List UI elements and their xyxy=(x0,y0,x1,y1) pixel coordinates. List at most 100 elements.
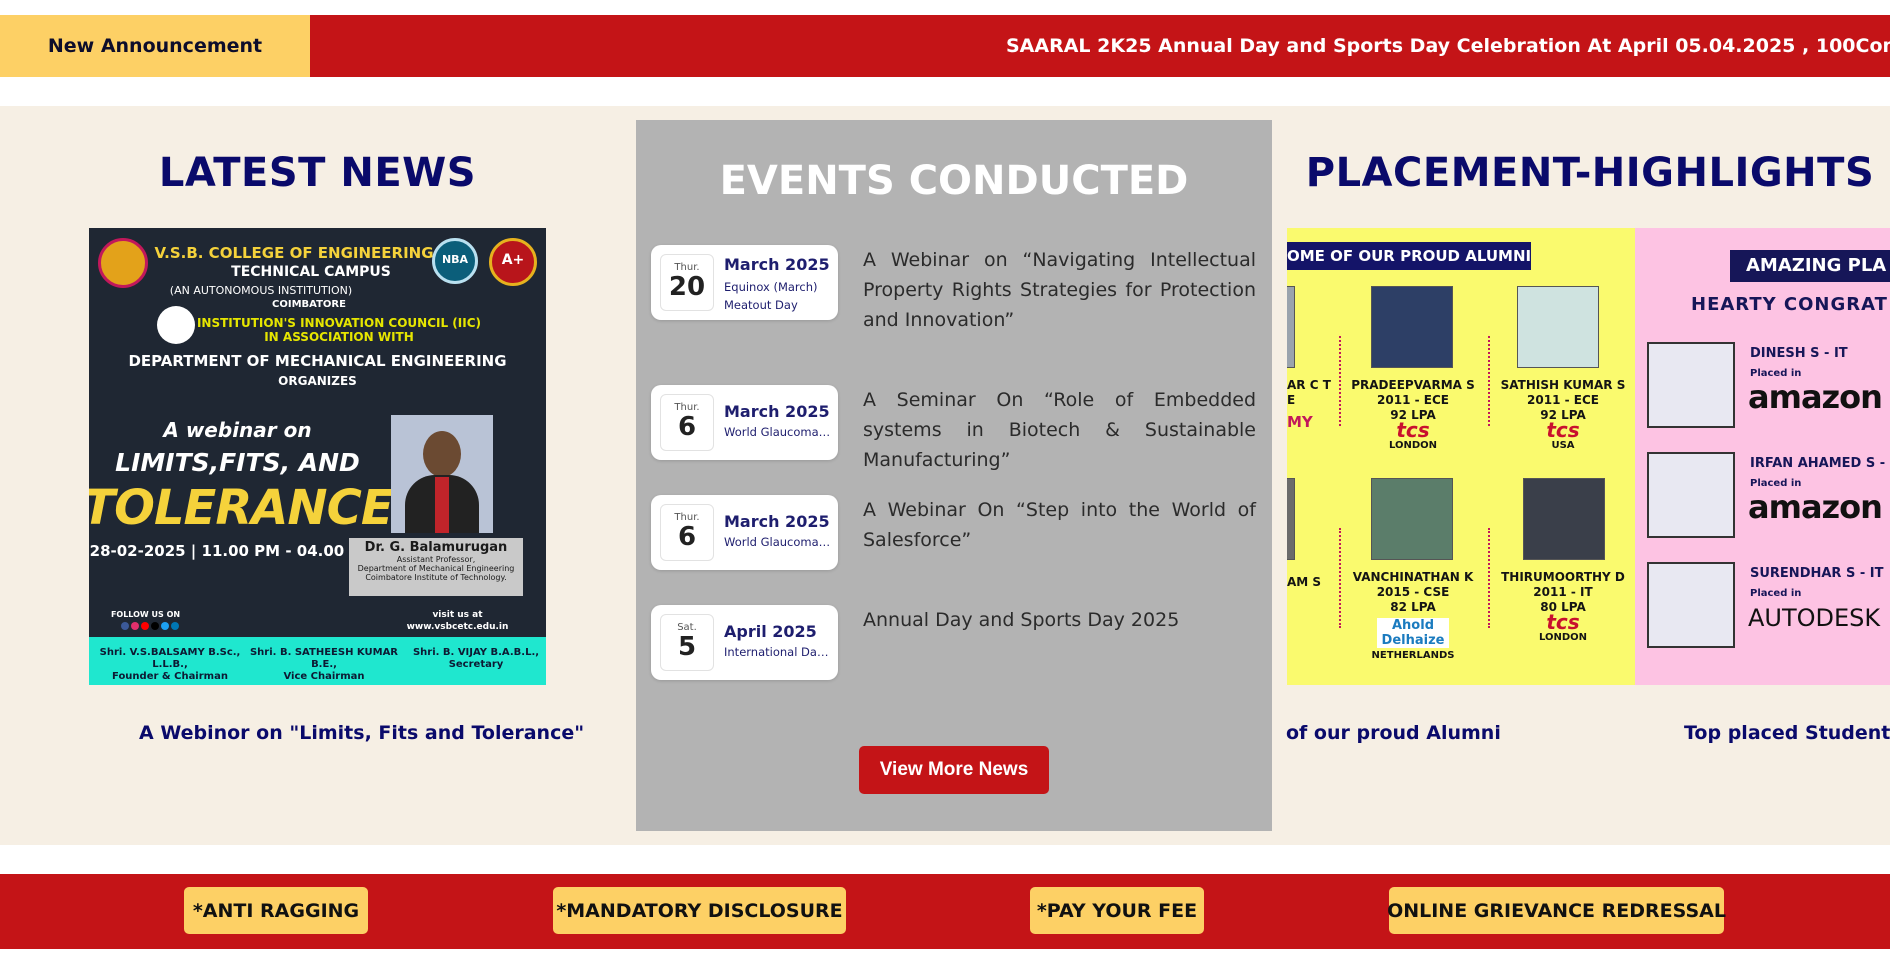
student-name: DINESH S - IT xyxy=(1750,346,1848,361)
top-students-slide[interactable]: AMAZING PLA HEARTY CONGRAT DINESH S - IT… xyxy=(1635,228,1890,685)
autodesk-logo-icon: AUTODESK xyxy=(1748,604,1881,632)
poster-footer: Shri. V.S.BALSAMY B.Sc., L.L.B., Founder… xyxy=(89,637,546,685)
secretary-name: Shri. B. VIJAY B.A.B.L., xyxy=(412,647,540,658)
alumni-location: NETHERLANDS xyxy=(1371,650,1455,661)
amazing-placements-banner: AMAZING PLA xyxy=(1730,250,1890,282)
alumni-caption[interactable]: of our proud Alumni xyxy=(1286,722,1501,744)
events-panel: EVENTS CONDUCTED Thur. 20 March 2025 Equ… xyxy=(636,120,1272,831)
announcement-ticker[interactable]: SAARAL 2K25 Annual Day and Sports Day Ce… xyxy=(1006,15,1890,77)
alumni-banner: OME OF OUR PROUD ALUMNI xyxy=(1287,242,1531,270)
divider-dots xyxy=(1488,528,1490,628)
divider-dots xyxy=(1339,336,1341,426)
poster-nba: NBA xyxy=(441,253,469,266)
divider-dots xyxy=(1488,336,1490,426)
tcs-logo-icon: tcs xyxy=(1546,418,1580,442)
poster-association: IN ASSOCIATION WITH xyxy=(264,330,414,344)
alumni-photo xyxy=(1523,478,1605,560)
alumni-batch: 2015 - CSE xyxy=(1376,585,1450,599)
event-date-card[interactable]: Thur. 6 March 2025 World Glaucoma D... xyxy=(651,495,838,570)
top-student-caption[interactable]: Top placed Student in xyxy=(1684,722,1890,744)
event-month: March 2025 xyxy=(724,255,830,274)
alumni-partial-name-2: AM S xyxy=(1287,575,1322,589)
alumni-photo-partial xyxy=(1287,478,1295,560)
event-day-box: Sat. 5 xyxy=(660,614,714,671)
event-day-box: Thur. 6 xyxy=(660,394,714,451)
student-placed-label: Placed in xyxy=(1750,588,1802,599)
alumni-card: THIRUMOORTHY D 2011 - IT 80 LPA tcs LOND… xyxy=(1493,570,1633,645)
student-name: SURENDHAR S - IT xyxy=(1750,566,1884,581)
alumni-name: THIRUMOORTHY D xyxy=(1501,570,1625,584)
event-observance: World Glaucoma D... xyxy=(724,425,832,439)
alumni-batch: 2011 - ECE xyxy=(1527,393,1599,407)
event-date-card[interactable]: Thur. 6 March 2025 World Glaucoma D... xyxy=(651,385,838,460)
founder: Shri. V.S.BALSAMY B.Sc., L.L.B., Founder… xyxy=(95,647,245,683)
grievance-redressal-link[interactable]: ONLINE GRIEVANCE REDRESSAL xyxy=(1387,887,1726,934)
twitter-icon xyxy=(161,622,169,630)
speaker-card: Dr. G. Balamurugan Assistant Professor, … xyxy=(349,538,523,596)
view-more-news-button[interactable]: View More News xyxy=(859,746,1049,794)
ahold-delhaize-logo-icon: Ahold Delhaize xyxy=(1377,618,1449,648)
poster-organizes: ORGANIZES xyxy=(278,374,357,388)
amazon-logo-icon: amazon xyxy=(1748,378,1883,416)
alumni-card: SATHISH KUMAR S 2011 - ECE 92 LPA tcs US… xyxy=(1493,378,1633,453)
latest-news-poster[interactable]: V.S.B. COLLEGE OF ENGINEERING TECHNICAL … xyxy=(89,228,546,685)
speaker-name: Dr. G. Balamurugan xyxy=(364,540,508,555)
poster-autonomous: (AN AUTONOMOUS INSTITUTION) xyxy=(169,284,353,297)
speaker-role: Assistant Professor, xyxy=(396,555,476,564)
pay-fee-link[interactable]: *PAY YOUR FEE xyxy=(1030,887,1204,934)
event-title[interactable]: A Seminar On “Role of Embedded systems i… xyxy=(863,385,1256,475)
alumni-photo xyxy=(1371,286,1453,368)
alumni-location: LONDON xyxy=(1388,440,1438,451)
event-day: 20 xyxy=(668,272,706,302)
alumni-name: VANCHINATHAN K xyxy=(1352,570,1474,584)
speaker-photo xyxy=(391,415,493,533)
x-icon xyxy=(151,622,159,630)
alumni-location: LONDON xyxy=(1538,632,1588,643)
alumni-partial-company: MY xyxy=(1287,413,1313,431)
anti-ragging-link[interactable]: *ANTI RAGGING xyxy=(184,887,368,934)
event-title[interactable]: A Webinar on “Navigating Intellectual Pr… xyxy=(863,245,1256,335)
speaker-dept: Department of Mechanical Engineering xyxy=(357,564,515,573)
quick-links-bar: *ANTI RAGGING *MANDATORY DISCLOSURE *PAY… xyxy=(0,874,1890,949)
speaker-inst: Coimbatore Institute of Technology. xyxy=(365,573,507,582)
event-day: 5 xyxy=(677,632,697,662)
founder-name: Shri. V.S.BALSAMY B.Sc., L.L.B., xyxy=(99,647,241,670)
event-month: April 2025 xyxy=(724,622,817,641)
latest-news-caption[interactable]: A Webinor on "Limits, Fits and Tolerance… xyxy=(139,722,584,744)
event-date-card[interactable]: Thur. 20 March 2025 Equinox (March) Meat… xyxy=(651,245,838,320)
tcs-logo-icon: tcs xyxy=(1546,610,1580,634)
alumni-location: USA xyxy=(1551,440,1575,451)
announcement-label: New Announcement xyxy=(0,15,310,77)
student-name: IRFAN AHAMED S - IT xyxy=(1750,456,1890,471)
event-month: March 2025 xyxy=(724,402,830,421)
linkedin-icon xyxy=(171,622,179,630)
alumni-slide[interactable]: OME OF OUR PROUD ALUMNI AR C T E MY AM S… xyxy=(1287,228,1635,685)
alumni-batch: 2011 - ECE xyxy=(1377,393,1449,407)
instagram-icon xyxy=(131,622,139,630)
founder-role: Founder & Chairman xyxy=(112,671,228,682)
event-observance: International Day o... xyxy=(724,645,832,659)
event-day: 6 xyxy=(677,412,697,442)
content-band: LATEST NEWS V.S.B. COLLEGE OF ENGINEERIN… xyxy=(0,106,1890,845)
event-title[interactable]: A Webinar On “Step into the World of Sal… xyxy=(863,495,1256,555)
event-observance: World Glaucoma D... xyxy=(724,535,832,549)
youtube-icon xyxy=(141,622,149,630)
latest-news-title: LATEST NEWS xyxy=(158,150,477,196)
alumni-batch: 2011 - IT xyxy=(1533,585,1593,599)
student-photo xyxy=(1647,562,1735,648)
event-month: March 2025 xyxy=(724,512,830,531)
poster-visit: visit us at xyxy=(432,610,483,620)
event-observance: Equinox (March) Meatout Day xyxy=(724,280,818,312)
alumni-photo xyxy=(1371,478,1453,560)
alumni-partial-name: AR C T E xyxy=(1287,378,1331,408)
alumni-name: PRADEEPVARMA S xyxy=(1351,378,1475,392)
amazon-logo-icon: amazon xyxy=(1748,488,1883,526)
mandatory-disclosure-link[interactable]: *MANDATORY DISCLOSURE xyxy=(553,887,846,934)
student-photo xyxy=(1647,342,1735,428)
event-title[interactable]: Annual Day and Sports Day 2025 xyxy=(863,605,1256,635)
poster-city: COIMBATORE xyxy=(272,299,346,310)
event-date-card[interactable]: Sat. 5 April 2025 International Day o... xyxy=(651,605,838,680)
vice-chairman: Shri. B. SATHEESH KUMAR B.E., Vice Chair… xyxy=(249,647,399,683)
poster-iic: INSTITUTION'S INNOVATION COUNCIL (IIC) xyxy=(196,316,482,330)
vice-chairman-role: Vice Chairman xyxy=(283,671,365,682)
